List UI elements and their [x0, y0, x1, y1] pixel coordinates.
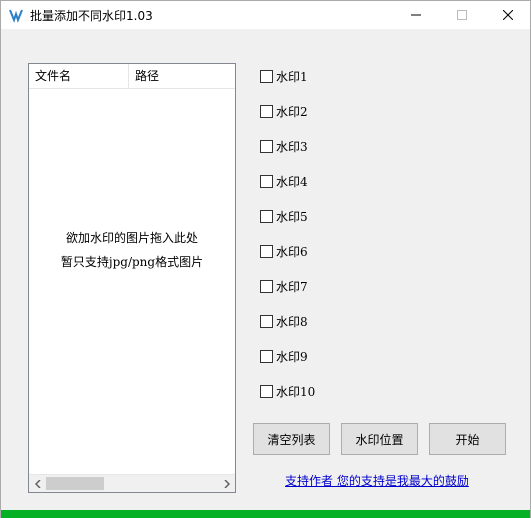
watermark-5-checkbox[interactable]: 水印5	[260, 208, 308, 224]
app-icon	[9, 9, 23, 23]
checkbox-box[interactable]	[260, 174, 273, 188]
horizontal-scrollbar[interactable]	[29, 474, 235, 492]
drop-hint: 欲加水印的图片拖入此处 暂只支持jpg/png格式图片	[29, 226, 235, 274]
checkbox-box[interactable]	[260, 244, 273, 258]
column-header-filename[interactable]: 文件名	[29, 64, 129, 88]
watermark-9-checkbox[interactable]: 水印9	[260, 348, 308, 364]
checkbox-box[interactable]	[260, 384, 273, 398]
checkbox-box[interactable]	[260, 139, 273, 153]
scroll-right-button[interactable]	[218, 475, 235, 492]
scroll-thumb[interactable]	[46, 477, 104, 490]
start-button[interactable]: 开始	[429, 423, 506, 455]
watermark-8-checkbox[interactable]: 水印8	[260, 313, 308, 329]
maximize-icon	[457, 10, 467, 20]
column-header-path[interactable]: 路径	[129, 64, 235, 88]
watermark-label: 水印1	[276, 69, 308, 84]
watermark-6-checkbox[interactable]: 水印6	[260, 243, 308, 259]
checkbox-box[interactable]	[260, 209, 273, 223]
file-list[interactable]: 文件名 路径 欲加水印的图片拖入此处 暂只支持jpg/png格式图片	[28, 63, 236, 493]
chevron-right-icon	[223, 479, 230, 488]
file-list-header: 文件名 路径	[29, 64, 235, 89]
progress-bar	[1, 510, 530, 518]
close-button[interactable]	[485, 1, 531, 29]
watermark-10-checkbox[interactable]: 水印10	[260, 383, 315, 399]
maximize-button[interactable]	[439, 1, 485, 29]
watermark-label: 水印7	[276, 279, 308, 294]
close-icon	[503, 10, 513, 20]
watermark-label: 水印10	[276, 384, 316, 399]
minimize-button[interactable]	[393, 1, 439, 29]
title-bar[interactable]: 批量添加不同水印1.03	[1, 1, 530, 29]
watermark-1-checkbox[interactable]: 水印1	[260, 68, 308, 84]
watermark-4-checkbox[interactable]: 水印4	[260, 173, 308, 189]
watermark-label: 水印9	[276, 349, 308, 364]
drop-hint-line2: 暂只支持jpg/png格式图片	[60, 255, 204, 269]
watermark-7-checkbox[interactable]: 水印7	[260, 278, 308, 294]
minimize-icon	[411, 14, 421, 16]
clear-list-button[interactable]: 清空列表	[253, 423, 330, 455]
drop-hint-line1: 欲加水印的图片拖入此处	[65, 231, 198, 245]
watermark-label: 水印6	[276, 244, 308, 259]
checkbox-box[interactable]	[260, 279, 273, 293]
checkbox-box[interactable]	[260, 69, 273, 83]
checkbox-box[interactable]	[260, 314, 273, 328]
checkbox-box[interactable]	[260, 349, 273, 363]
watermark-label: 水印8	[276, 314, 308, 329]
app-window: 批量添加不同水印1.03 文件名 路径 欲加水印的图片拖入此处 暂只支持jpg/…	[0, 0, 531, 518]
progress-fill	[1, 510, 530, 518]
watermark-label: 水印4	[276, 174, 308, 189]
checkbox-box[interactable]	[260, 104, 273, 118]
watermark-label: 水印3	[276, 139, 308, 154]
support-author-link[interactable]: 支持作者 您的支持是我最大的鼓励	[285, 472, 469, 489]
chevron-left-icon	[34, 479, 41, 488]
scroll-left-button[interactable]	[29, 475, 46, 492]
window-title: 批量添加不同水印1.03	[30, 9, 153, 23]
watermark-position-button[interactable]: 水印位置	[341, 423, 418, 455]
watermark-label: 水印5	[276, 209, 308, 224]
watermark-label: 水印2	[276, 104, 308, 119]
watermark-3-checkbox[interactable]: 水印3	[260, 138, 308, 154]
watermark-2-checkbox[interactable]: 水印2	[260, 103, 308, 119]
